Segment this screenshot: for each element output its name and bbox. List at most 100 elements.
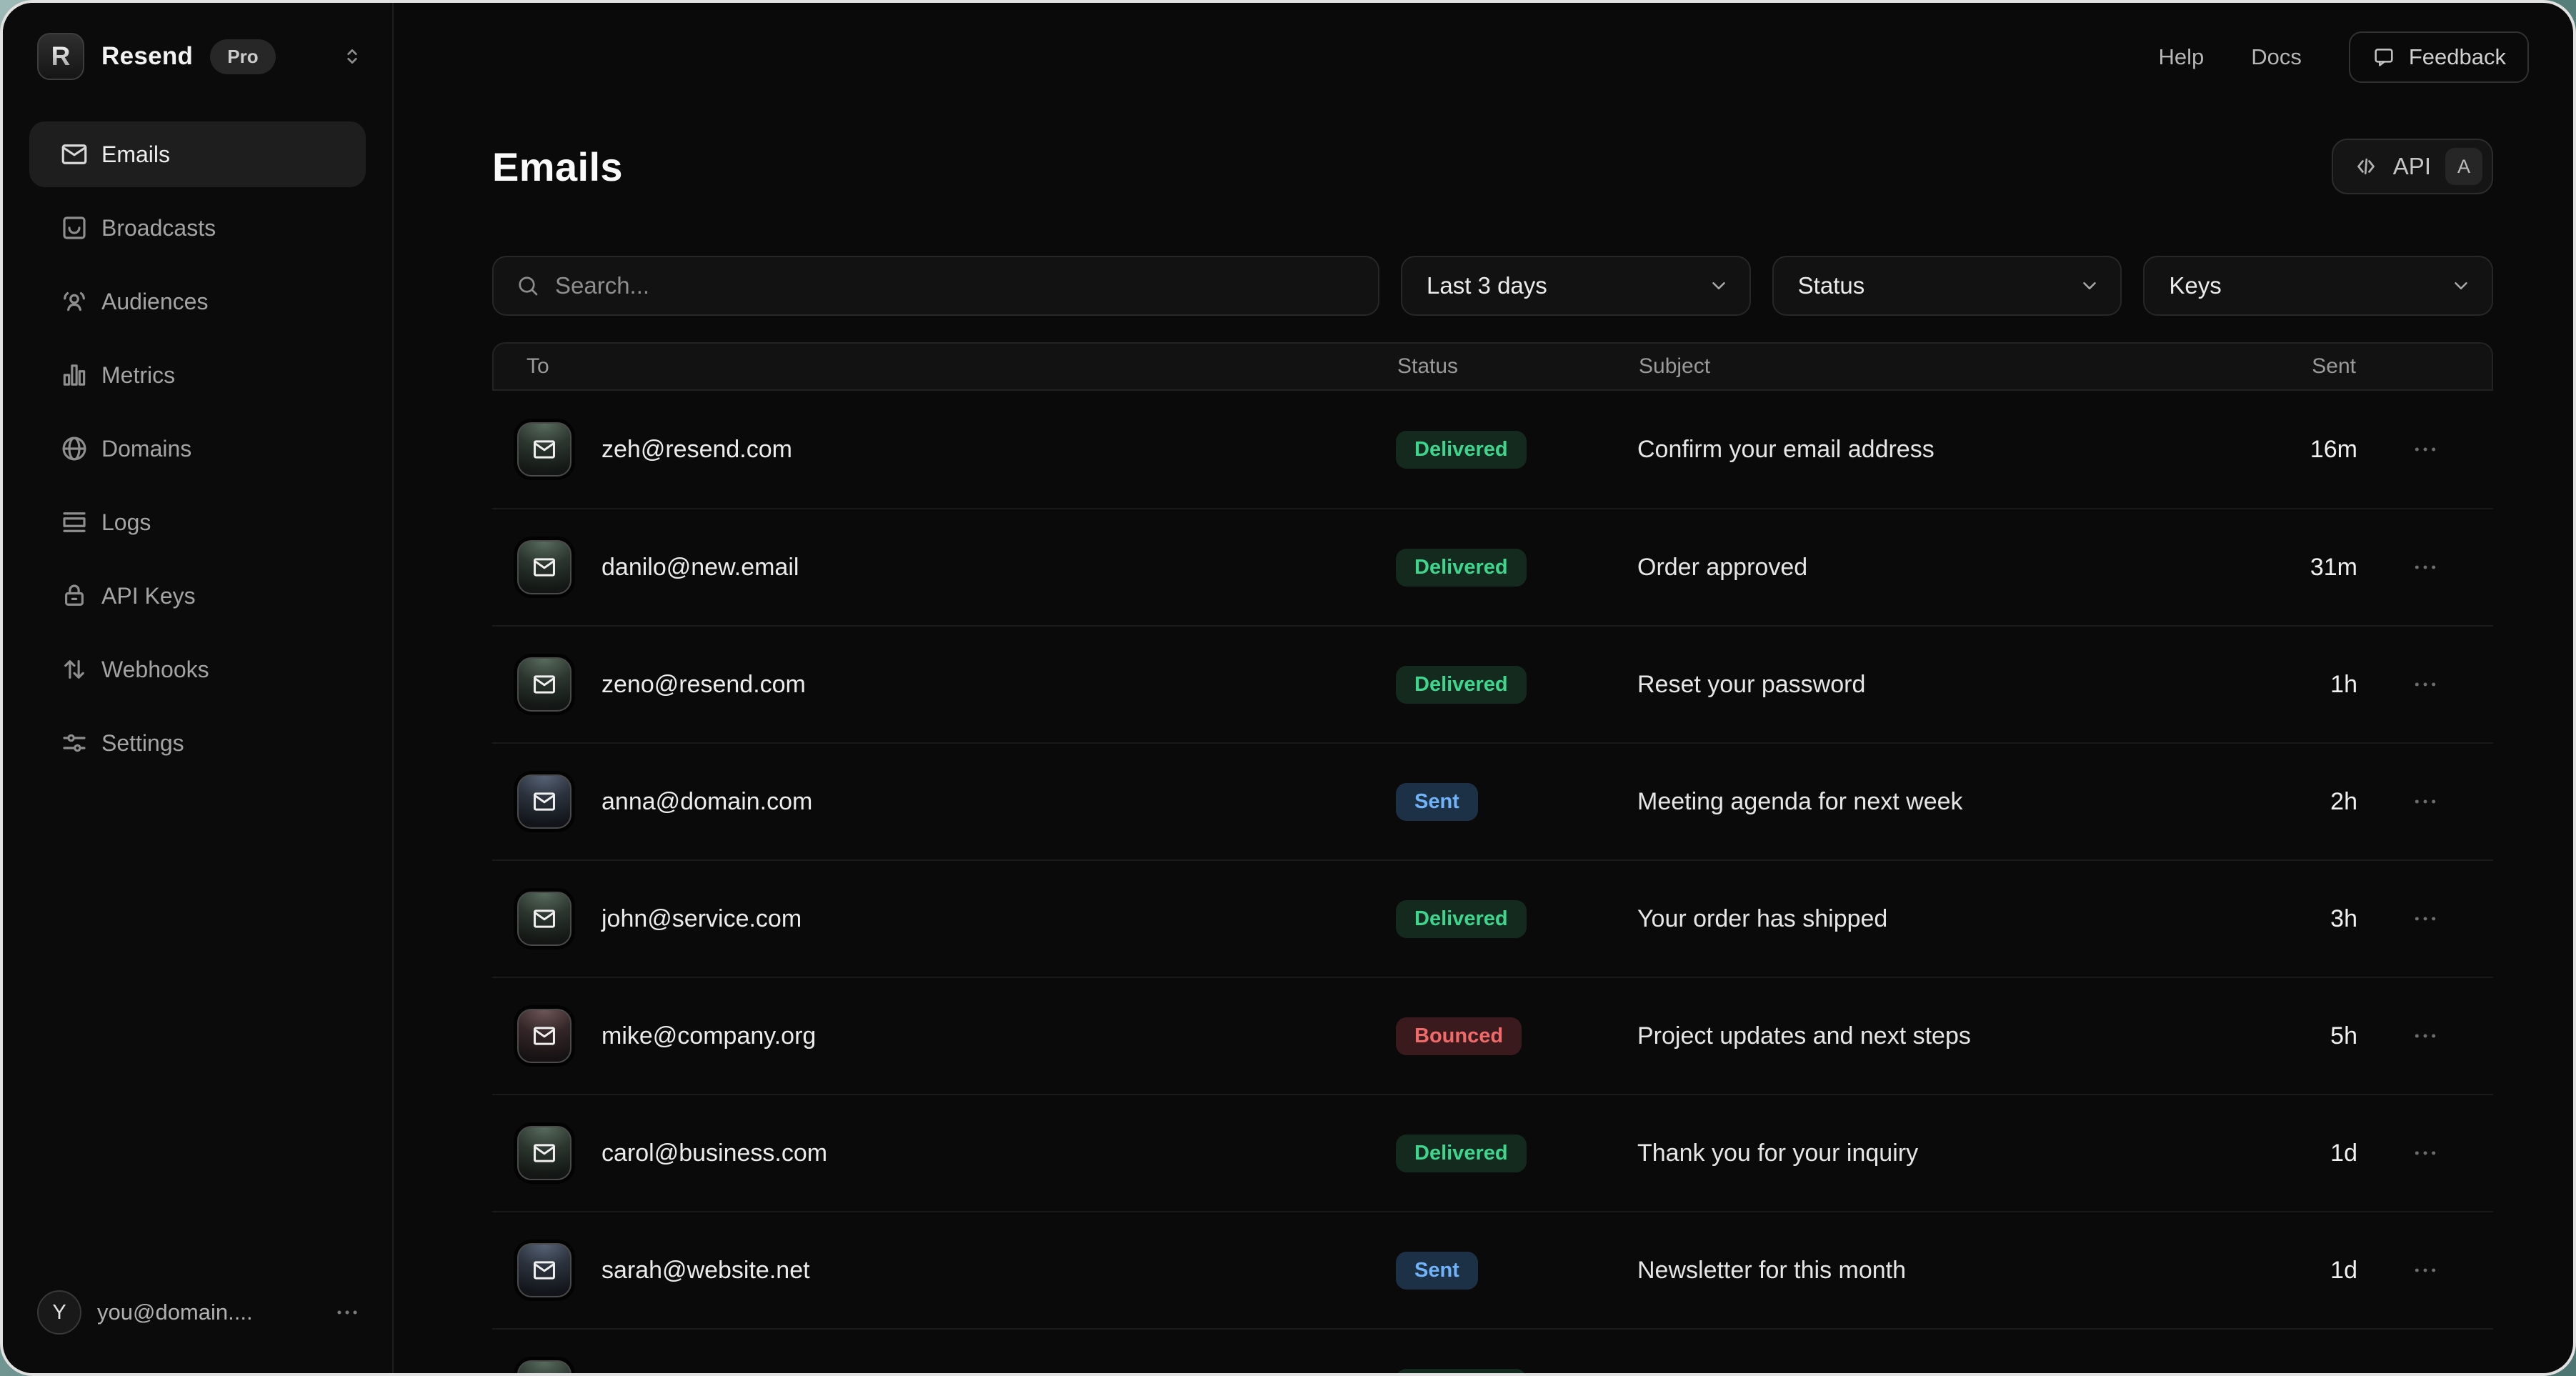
table-row[interactable]: danilo@new.email Delivered Order approve… [492, 508, 2493, 625]
keyboard-shortcut-badge: A [2445, 148, 2482, 185]
mail-tile-icon [517, 774, 571, 829]
status-badge: Sent [1396, 1252, 1478, 1290]
sidebar: R Resend Pro Emails Broadcasts Audiences… [3, 3, 394, 1373]
table-row[interactable]: john@service.com Delivered Your order ha… [492, 859, 2493, 977]
table-row[interactable]: carol@business.com Delivered Thank you f… [492, 1094, 2493, 1211]
app-window: R Resend Pro Emails Broadcasts Audiences… [0, 0, 2576, 1376]
logo-letter: R [51, 41, 71, 71]
recipient-email: zeno@resend.com [601, 671, 806, 699]
sidebar-item-api-keys[interactable]: API Keys [29, 563, 366, 629]
recipient-email: zeh@resend.com [601, 436, 792, 464]
row-menu-button[interactable] [2357, 1256, 2493, 1285]
sidebar-item-settings[interactable]: Settings [29, 710, 366, 776]
chat-bubble-icon [2372, 45, 2396, 69]
sidebar-item-metrics[interactable]: Metrics [29, 342, 366, 408]
recipient-email: mike@company.org [601, 1022, 816, 1050]
table-row[interactable]: Delivered [492, 1328, 2493, 1376]
main-content: Help Docs Feedback Emails API A Last 3 da… [394, 3, 2573, 1373]
mail-tile-icon [517, 1360, 571, 1376]
status-badge: Delivered [1396, 431, 1527, 469]
subject-text: Confirm your email address [1637, 436, 2207, 464]
chevron-updown-icon[interactable] [341, 45, 364, 68]
page-header: Emails API A [492, 139, 2493, 194]
workspace-switcher[interactable]: R Resend Pro [3, 3, 392, 104]
sidebar-item-logs[interactable]: Logs [29, 489, 366, 555]
status-badge: Delivered [1396, 900, 1527, 938]
row-menu-button[interactable] [2357, 553, 2493, 582]
mail-tile-icon [517, 1243, 571, 1297]
sidebar-item-domains[interactable]: Domains [29, 416, 366, 482]
search-input[interactable] [555, 272, 1357, 299]
status-badge: Sent [1396, 783, 1478, 821]
table-row[interactable]: sarah@website.net Sent Newsletter for th… [492, 1211, 2493, 1328]
mail-tile-icon [517, 422, 571, 477]
subject-text: Newsletter for this month [1637, 1257, 2207, 1285]
ellipsis-icon [2411, 435, 2440, 464]
recipient-email: anna@domain.com [601, 788, 812, 816]
column-header-to: To [494, 354, 1397, 379]
audiences-icon [59, 286, 89, 316]
sidebar-item-webhooks[interactable]: Webhooks [29, 637, 366, 702]
docs-link[interactable]: Docs [2251, 44, 2302, 70]
table-body: zeh@resend.com Delivered Confirm your em… [492, 391, 2493, 1376]
lock-icon [59, 581, 89, 611]
avatar: Y [37, 1290, 81, 1335]
table-row[interactable]: mike@company.org Bounced Project updates… [492, 977, 2493, 1094]
sidebar-item-broadcasts[interactable]: Broadcasts [29, 195, 366, 261]
sent-time: 1d [2207, 1257, 2357, 1285]
ellipsis-icon [2411, 787, 2440, 816]
mail-tile-icon [517, 540, 571, 594]
status-badge: Delivered [1396, 1135, 1527, 1172]
resend-logo-icon: R [37, 33, 84, 80]
status-badge: Bounced [1396, 1017, 1522, 1055]
settings-icon [59, 728, 89, 758]
filter-dropdown-keys[interactable]: Keys [2143, 256, 2493, 316]
feedback-button[interactable]: Feedback [2349, 31, 2529, 83]
subject-text: Order approved [1637, 554, 2207, 582]
search-icon [515, 273, 541, 299]
chevron-down-icon [2450, 275, 2472, 296]
plan-badge: Pro [210, 39, 275, 74]
logs-icon [59, 507, 89, 537]
row-menu-button[interactable] [2357, 787, 2493, 816]
status-badge: Delivered [1396, 1369, 1527, 1376]
user-email: you@domain.... [97, 1300, 253, 1325]
chevron-down-icon [2079, 275, 2100, 296]
mail-tile-icon [517, 1009, 571, 1063]
sidebar-item-audiences[interactable]: Audiences [29, 269, 366, 334]
row-menu-button[interactable] [2357, 1139, 2493, 1167]
help-link[interactable]: Help [2158, 44, 2204, 70]
recipient-email: carol@business.com [601, 1140, 827, 1167]
emails-table: To Status Subject Sent zeh@resend.com De… [492, 342, 2493, 1376]
webhooks-icon [59, 654, 89, 684]
search-box [492, 256, 1379, 316]
subject-text: Reset your password [1637, 671, 2207, 699]
ellipsis-icon [2411, 1256, 2440, 1285]
subject-text: Thank you for your inquiry [1637, 1140, 2207, 1167]
code-icon [2353, 154, 2379, 179]
row-menu-button[interactable] [2357, 435, 2493, 464]
user-section: Y you@domain.... [3, 1262, 392, 1373]
row-menu-button[interactable] [2357, 904, 2493, 933]
recipient-email: sarah@website.net [601, 1257, 810, 1285]
metrics-icon [59, 360, 89, 390]
ellipsis-icon [2411, 553, 2440, 582]
sidebar-item-emails[interactable]: Emails [29, 121, 366, 187]
broadcast-icon [59, 213, 89, 243]
sent-time: 16m [2207, 436, 2357, 464]
row-menu-button[interactable] [2357, 670, 2493, 699]
table-header: To Status Subject Sent [492, 342, 2493, 391]
row-menu-button[interactable] [2357, 1022, 2493, 1050]
subject-text: Project updates and next steps [1637, 1022, 2207, 1050]
api-button[interactable]: API A [2332, 139, 2493, 194]
filter-dropdown-last-3-days[interactable]: Last 3 days [1401, 256, 1751, 316]
filter-dropdown-status[interactable]: Status [1772, 256, 2122, 316]
sidebar-nav: Emails Broadcasts Audiences Metrics Doma… [3, 104, 392, 793]
user-menu-button[interactable] [334, 1299, 361, 1326]
table-row[interactable]: anna@domain.com Sent Meeting agenda for … [492, 742, 2493, 859]
status-badge: Delivered [1396, 549, 1527, 587]
table-row[interactable]: zeh@resend.com Delivered Confirm your em… [492, 391, 2493, 508]
ellipsis-icon [2411, 1139, 2440, 1167]
table-row[interactable]: zeno@resend.com Delivered Reset your pas… [492, 625, 2493, 742]
filter-bar: Last 3 days Status Keys [492, 256, 2493, 316]
